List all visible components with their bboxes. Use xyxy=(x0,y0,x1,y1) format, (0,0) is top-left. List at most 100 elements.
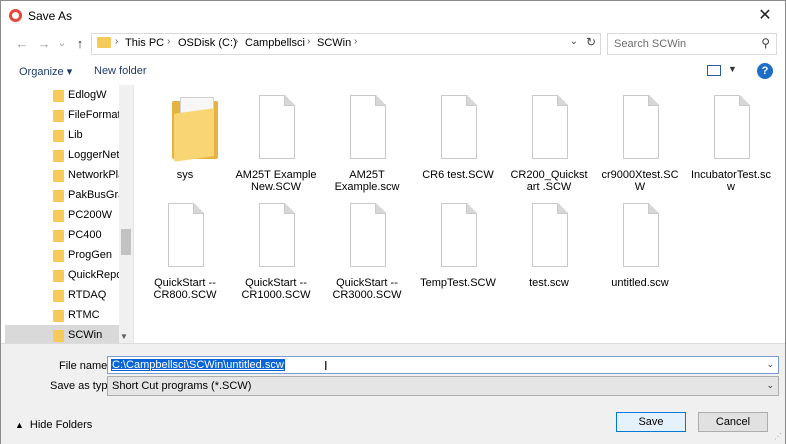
file-item[interactable]: AM25T Example.scw xyxy=(326,85,408,193)
file-name-label: test.scw xyxy=(529,277,569,289)
view-dropdown-icon[interactable]: ▼ xyxy=(728,64,737,74)
file-name-label: QuickStart -- CR800.SCW xyxy=(153,277,217,301)
chevron-right-icon[interactable]: › xyxy=(354,36,357,47)
refresh-icon[interactable]: ↻ xyxy=(586,35,596,49)
forward-arrow-icon[interactable]: → xyxy=(35,35,53,53)
sidebar-item[interactable]: SCWin xyxy=(5,325,119,343)
resize-grip-icon[interactable]: ⋰ xyxy=(774,432,782,441)
breadcrumb-campbellsci[interactable]: Campbellsci xyxy=(245,37,305,49)
file-name-label: CR6 test.SCW xyxy=(422,169,494,181)
address-dropdown-icon[interactable]: ⌄ xyxy=(570,36,578,47)
save-button[interactable]: Save xyxy=(616,412,686,432)
breadcrumb-osdisk[interactable]: OSDisk (C:) xyxy=(178,37,237,49)
folder-icon xyxy=(53,170,64,182)
sidebar-item[interactable]: PC200W xyxy=(5,205,119,225)
file-name-label: TempTest.SCW xyxy=(420,277,496,289)
folder-icon xyxy=(53,90,64,102)
up-arrow-icon[interactable]: ↑ xyxy=(71,35,89,53)
document-icon xyxy=(623,203,659,267)
hide-folders-button[interactable]: ▲ Hide Folders xyxy=(15,419,92,431)
folder-icon xyxy=(53,330,64,342)
file-name-label: cr9000Xtest.SCW xyxy=(601,169,679,193)
folder-item[interactable]: sys xyxy=(144,85,226,185)
file-item[interactable]: QuickStart -- CR3000.SCW xyxy=(326,193,408,301)
file-name-value[interactable]: C:\Campbellsci\SCWin\untitled.scw xyxy=(111,359,285,371)
back-arrow-icon[interactable]: ← xyxy=(13,35,31,53)
document-icon xyxy=(532,95,568,159)
sidebar-item[interactable]: EdlogW xyxy=(5,85,119,105)
command-bar: Organize ▾ New folder ▼ ? xyxy=(1,58,785,84)
nav-scroll-thumb[interactable] xyxy=(121,229,131,255)
search-box[interactable]: Search SCWin ⚲ xyxy=(607,33,777,55)
sidebar-item-label: RTDAQ xyxy=(68,289,107,301)
file-name-label: sys xyxy=(176,169,194,181)
sidebar-item[interactable]: RTMC xyxy=(5,305,119,325)
cancel-button[interactable]: Cancel xyxy=(698,412,768,432)
window-title: Save As xyxy=(28,9,73,23)
chevron-right-icon[interactable]: › xyxy=(167,36,170,47)
sidebar-item-label: Lib xyxy=(68,129,83,141)
save-type-dropdown-icon[interactable]: ⌄ xyxy=(766,380,774,391)
nav-scrollbar[interactable]: ▼ xyxy=(119,85,133,343)
file-item[interactable]: QuickStart -- CR1000.SCW xyxy=(235,193,317,301)
sidebar-item[interactable]: PC400 xyxy=(5,225,119,245)
file-name-label: IncubatorTest.scw xyxy=(690,169,772,193)
folder-icon xyxy=(53,290,64,302)
file-item[interactable]: test.scw xyxy=(508,193,590,293)
file-item[interactable]: CR6 test.SCW xyxy=(417,85,499,185)
search-icon[interactable]: ⚲ xyxy=(761,36,770,50)
sidebar-item-label: ProgGen xyxy=(68,249,113,261)
document-icon xyxy=(623,95,659,159)
view-options-icon[interactable] xyxy=(707,65,721,76)
sidebar-item[interactable]: NetworkPla xyxy=(5,165,122,185)
close-icon[interactable]: ✕ xyxy=(753,5,777,27)
file-name-label: QuickStart -- CR3000.SCW xyxy=(332,277,402,301)
app-icon xyxy=(9,9,22,22)
file-item[interactable]: IncubatorTest.scw xyxy=(690,85,772,193)
recent-locations-chevron-icon[interactable]: ⌄ xyxy=(53,35,71,53)
file-name-dropdown-icon[interactable]: ⌄ xyxy=(766,359,774,370)
file-item[interactable]: CR200_Quickstart .SCW xyxy=(508,85,590,193)
document-icon xyxy=(350,203,386,267)
folder-icon xyxy=(172,95,220,162)
chevron-right-icon[interactable]: › xyxy=(235,36,238,47)
sidebar-item[interactable]: FileFormatC xyxy=(5,105,122,125)
sidebar-item[interactable]: ProgGen xyxy=(5,245,119,265)
help-icon[interactable]: ? xyxy=(757,63,773,79)
document-icon xyxy=(259,95,295,159)
sidebar-item-label: NetworkPla xyxy=(68,169,122,181)
sidebar-item-label: RTMC xyxy=(68,309,100,321)
sidebar-item[interactable]: Lib xyxy=(5,125,119,145)
breadcrumb-scwin[interactable]: SCWin xyxy=(317,37,351,49)
file-item[interactable]: AM25T Example New.SCW xyxy=(235,85,317,193)
file-item[interactable]: untitled.scw xyxy=(599,193,681,293)
chevron-right-icon[interactable]: › xyxy=(307,36,310,47)
folder-icon xyxy=(53,230,64,242)
scroll-down-icon[interactable]: ▼ xyxy=(120,332,128,341)
organize-button[interactable]: Organize ▾ xyxy=(19,65,72,78)
save-type-select[interactable]: Short Cut programs (*.SCW) ⌄ xyxy=(107,376,779,396)
sidebar-item[interactable]: PakBusGrap xyxy=(5,185,122,205)
hide-folders-label: Hide Folders xyxy=(29,419,93,431)
folder-icon xyxy=(53,310,64,322)
new-folder-button[interactable]: New folder xyxy=(94,65,147,77)
file-item[interactable]: TempTest.SCW xyxy=(417,193,499,293)
document-icon xyxy=(441,203,477,267)
document-icon xyxy=(168,203,204,267)
file-name-label: untitled.scw xyxy=(611,277,669,289)
sidebar-item[interactable]: RTDAQ xyxy=(5,285,119,305)
breadcrumb-this-pc[interactable]: This PC xyxy=(125,37,164,49)
sidebar-item[interactable]: LoggerNet xyxy=(5,145,119,165)
sidebar-item-label: SCWin xyxy=(68,329,103,341)
sidebar-item[interactable]: QuickRepor xyxy=(5,265,122,285)
file-list[interactable]: sys AM25T Example New.SCW AM25T Example.sc… xyxy=(134,85,783,343)
file-name-input[interactable]: C:\Campbellsci\SCWin\untitled.scw I ⌄ xyxy=(107,356,779,374)
navigation-pane[interactable]: SCWin RTMC RTDAQ QuickRepor ProgGen PC400 PC20… xyxy=(1,85,134,343)
address-bar[interactable]: › This PC › OSDisk (C:) › Campbellsci › … xyxy=(91,33,601,55)
chevron-right-icon[interactable]: › xyxy=(115,36,118,47)
file-item[interactable]: QuickStart -- CR800.SCW xyxy=(144,193,226,301)
save-as-dialog: Save As ✕ ← → ⌄ ↑ › This PC › OSDisk (C:… xyxy=(0,0,786,444)
document-icon xyxy=(441,95,477,159)
file-name-label: AM25T Example.scw xyxy=(334,169,400,193)
file-item[interactable]: cr9000Xtest.SCW xyxy=(599,85,681,193)
